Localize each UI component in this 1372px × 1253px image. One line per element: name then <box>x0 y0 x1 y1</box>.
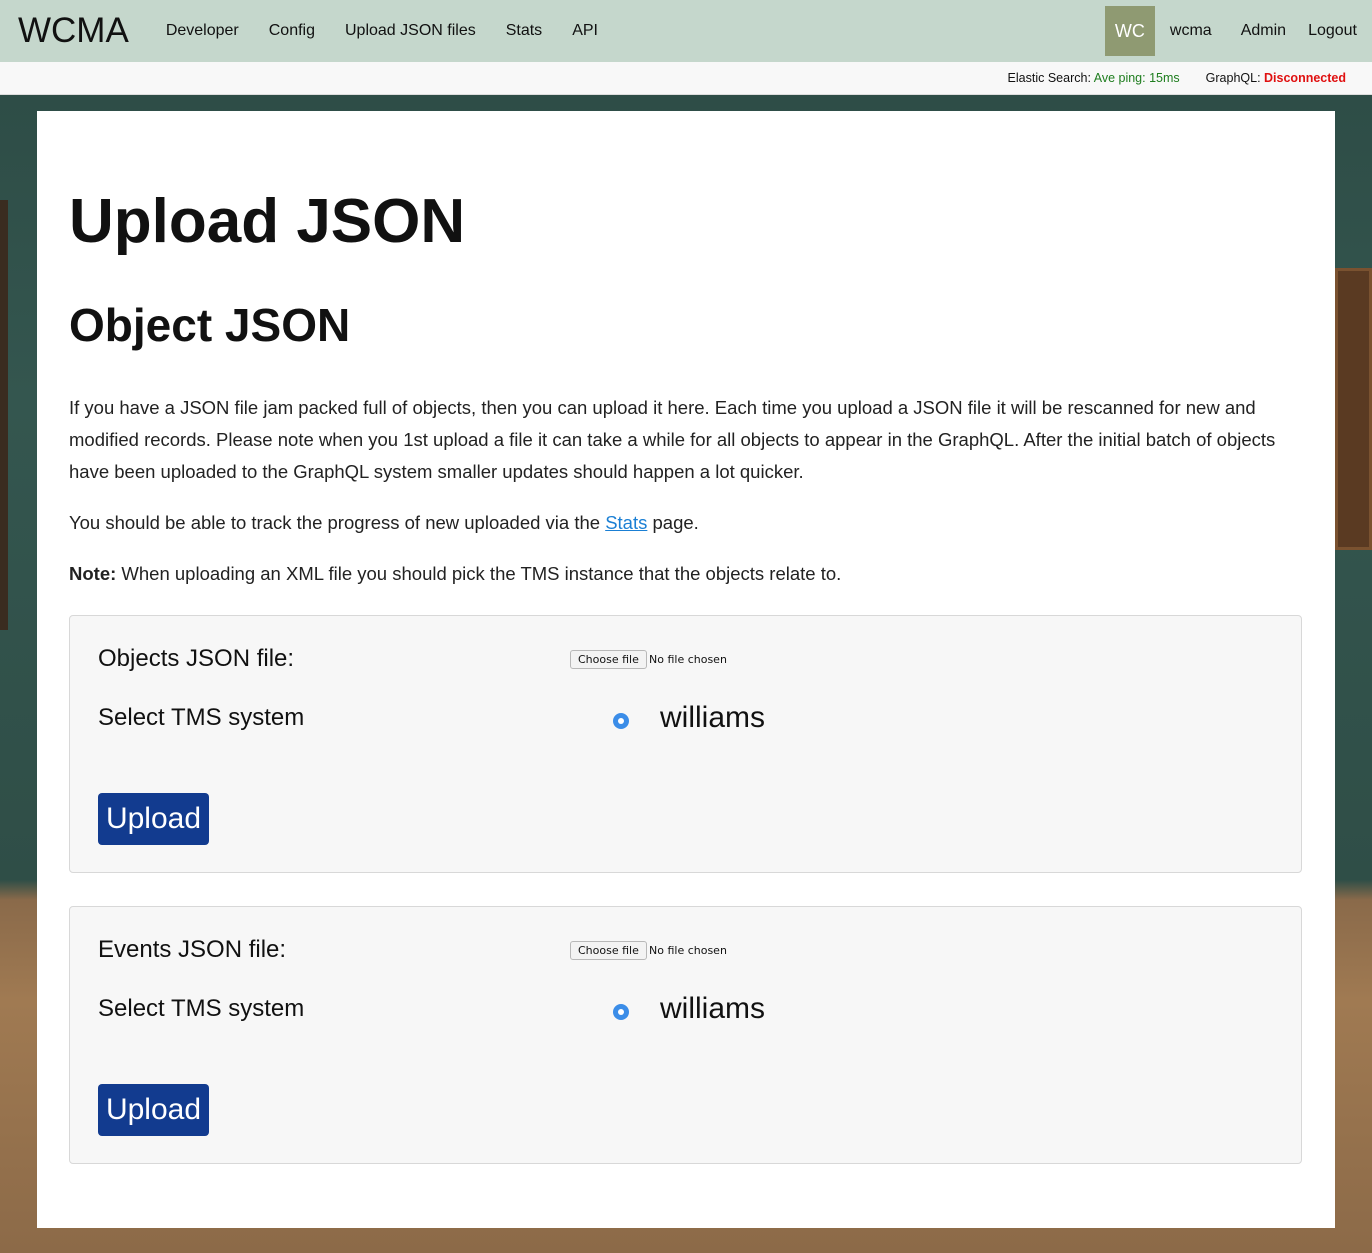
events-upload-button[interactable]: Upload <box>98 1084 209 1136</box>
nav-link-logout[interactable]: Logout <box>1308 22 1357 40</box>
objects-file-status: No file chosen <box>649 653 727 666</box>
background-frame-right <box>1335 268 1372 550</box>
nav-link-stats[interactable]: Stats <box>506 22 542 40</box>
top-nav: WCMA Developer Config Upload JSON files … <box>0 0 1372 62</box>
objects-tms-radio[interactable] <box>613 713 629 729</box>
events-file-status: No file chosen <box>649 944 727 957</box>
events-file-label: Events JSON file: <box>98 936 287 963</box>
intro-paragraph: If you have a JSON file jam packed full … <box>69 397 1276 482</box>
objects-upload-panel: Objects JSON file: Choose file No file c… <box>69 615 1302 873</box>
elastic-status-value: Ave ping: 15ms <box>1093 71 1180 85</box>
events-choose-file-button[interactable]: Choose file <box>570 941 647 960</box>
note-paragraph: Note: When uploading an XML file you sho… <box>69 558 1303 590</box>
objects-tms-label: Select TMS system <box>98 704 305 731</box>
note-text: When uploading an XML file you should pi… <box>116 563 842 584</box>
events-upload-panel: Events JSON file: Choose file No file ch… <box>69 906 1302 1164</box>
section-title: Object JSON <box>69 299 351 351</box>
elastic-status: Elastic Search: Ave ping: 15ms <box>1008 71 1180 85</box>
track-text-after: page. <box>647 512 699 533</box>
nav-link-config[interactable]: Config <box>269 22 315 40</box>
graphql-status: GraphQL: Disconnected <box>1206 71 1346 85</box>
nav-link-admin[interactable]: Admin <box>1241 22 1286 40</box>
avatar[interactable]: WC <box>1104 6 1155 56</box>
status-bar: Elastic Search: Ave ping: 15ms GraphQL: … <box>0 62 1372 95</box>
objects-choose-file-button[interactable]: Choose file <box>570 650 647 669</box>
objects-file-label: Objects JSON file: <box>98 645 295 672</box>
nav-link-api[interactable]: API <box>572 22 598 40</box>
main-card: Upload JSON Object JSON If you have a JS… <box>37 111 1335 1228</box>
nav-user-area: WC wcma Admin Logout <box>1104 0 1372 62</box>
track-text-before: You should be able to track the progress… <box>69 512 606 533</box>
objects-tms-option-label[interactable]: williams <box>660 701 765 735</box>
nav-link-upload-json-files[interactable]: Upload JSON files <box>345 22 476 40</box>
graphql-status-value: Disconnected <box>1264 71 1346 85</box>
elastic-status-label: Elastic Search: <box>1007 71 1091 85</box>
page-title: Upload JSON <box>69 187 466 256</box>
stats-link[interactable]: Stats <box>605 512 647 533</box>
events-tms-option-label[interactable]: williams <box>660 992 765 1026</box>
nav-user-name[interactable]: wcma <box>1170 22 1212 40</box>
nav-link-developer[interactable]: Developer <box>166 22 239 40</box>
events-tms-radio[interactable] <box>613 1004 629 1020</box>
brand-logo[interactable]: WCMA <box>18 11 129 51</box>
graphql-status-label: GraphQL: <box>1205 71 1261 85</box>
note-label: Note: <box>69 563 117 584</box>
events-tms-label: Select TMS system <box>98 995 305 1022</box>
background-frame-left <box>0 200 8 630</box>
objects-upload-button[interactable]: Upload <box>98 793 209 845</box>
track-paragraph: You should be able to track the progress… <box>69 507 1303 539</box>
